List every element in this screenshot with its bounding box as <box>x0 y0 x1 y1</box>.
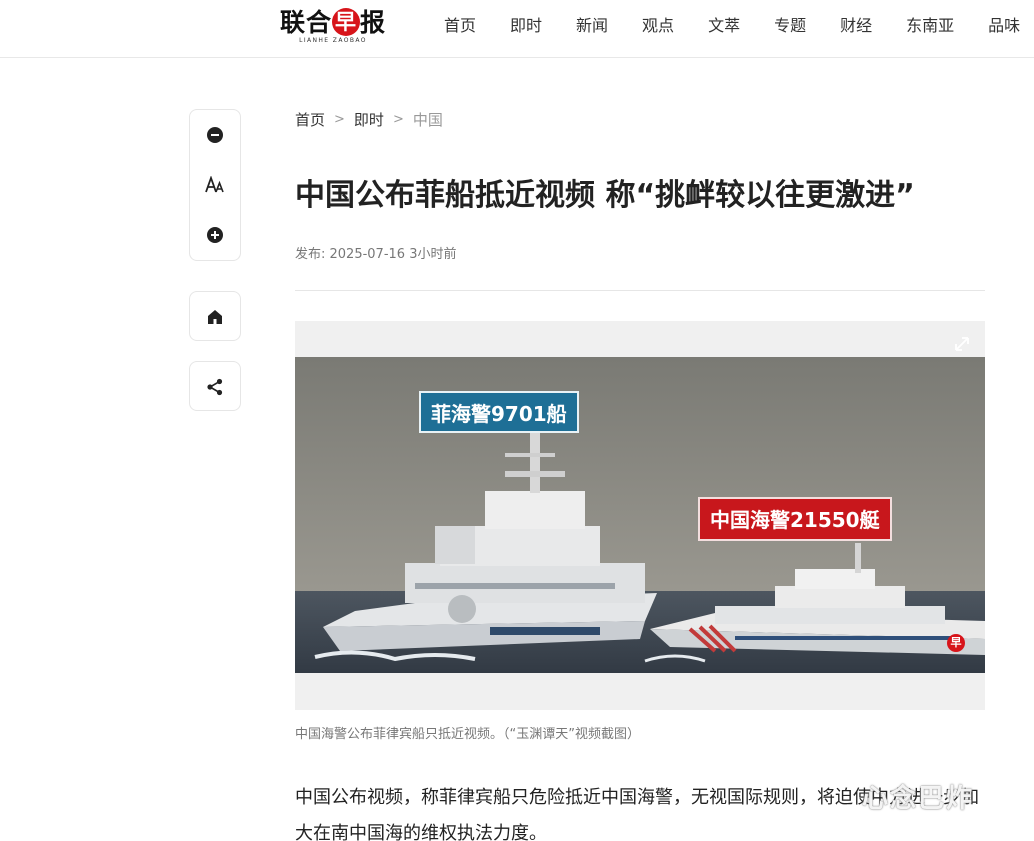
article-photo[interactable]: 菲海警9701船 中国海警21550艇 早 <box>295 321 985 710</box>
zoom-out-icon <box>206 126 224 144</box>
share-button[interactable] <box>190 362 240 412</box>
font-size-button[interactable] <box>190 160 240 210</box>
article-title: 中国公布菲船抵近视频 称“挑衅较以往更激进” <box>295 178 915 213</box>
expand-icon[interactable] <box>947 329 977 359</box>
breadcrumb-separator: > <box>334 112 345 127</box>
font-size-toolbox <box>189 109 241 261</box>
ph-ship-label: 菲海警9701船 <box>419 391 579 433</box>
breadcrumb-realtime[interactable]: 即时 <box>354 110 384 130</box>
nav-item-home[interactable]: 首页 <box>444 16 476 36</box>
breadcrumb-home[interactable]: 首页 <box>295 110 325 130</box>
font-size-icon <box>205 176 225 194</box>
nav-item-digest[interactable]: 文萃 <box>708 16 740 36</box>
article-meta: 发布: 2025-07-16 3小时前 <box>295 247 457 262</box>
share-icon <box>206 378 224 396</box>
nav-item-realtime[interactable]: 即时 <box>510 16 542 36</box>
nav-item-sea[interactable]: 东南亚 <box>906 16 954 36</box>
home-toolbox <box>189 291 241 341</box>
nav-item-opinion[interactable]: 观点 <box>642 16 674 36</box>
nav-item-finance[interactable]: 财经 <box>840 16 872 36</box>
zaobao-mark-icon: 早 <box>947 634 965 652</box>
zoom-out-button[interactable] <box>190 110 240 160</box>
site-logo[interactable]: 联合早报 LIANHE ZAOBAO <box>280 8 392 48</box>
watermark-text: 心念巴炸 <box>862 784 975 814</box>
main-nav: 首页 即时 新闻 观点 文萃 专题 财经 东南亚 品味 <box>444 16 1034 36</box>
photo-caption: 中国海警公布菲律宾船只抵近视频。（“玉渊谭天”视频截图） <box>295 727 640 742</box>
breadcrumb-separator: > <box>392 112 404 127</box>
home-button[interactable] <box>190 292 240 342</box>
cn-ship-label: 中国海警21550艇 <box>698 497 892 541</box>
logo-wordmark: 联合早报 <box>280 8 387 37</box>
zoom-in-button[interactable] <box>190 210 240 260</box>
logo-subtitle: LIANHE ZAOBAO <box>299 37 367 44</box>
zoom-in-icon <box>206 226 224 244</box>
site-header: 联合早报 LIANHE ZAOBAO 首页 即时 新闻 观点 文萃 专题 财经 … <box>0 0 1034 58</box>
divider <box>295 290 985 291</box>
nav-item-special[interactable]: 专题 <box>774 16 806 36</box>
share-toolbox <box>189 361 241 411</box>
breadcrumb: 首页 > 即时 > 中国 <box>295 110 443 130</box>
home-icon <box>206 308 224 326</box>
nav-item-news[interactable]: 新闻 <box>576 16 608 36</box>
nav-item-lifestyle[interactable]: 品味 <box>988 16 1020 36</box>
breadcrumb-current[interactable]: 中国 <box>413 110 443 130</box>
